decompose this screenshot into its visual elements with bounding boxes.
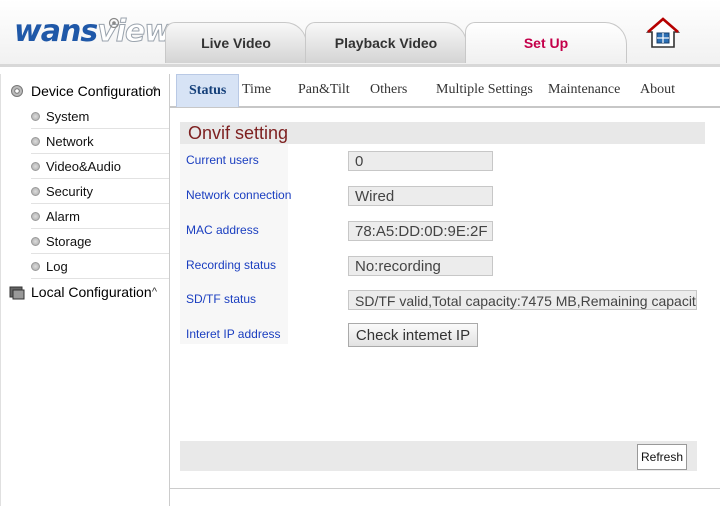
tab-about[interactable]: About [628, 74, 687, 106]
bullet-icon [31, 111, 40, 121]
tab-label: Time [242, 82, 272, 97]
tab-set-up-label: Set Up [523, 35, 569, 51]
tab-playback-video[interactable]: Playback Video [305, 22, 467, 63]
sidebar-item-video-audio[interactable]: Video&Audio [31, 154, 169, 179]
sidebar-item-storage[interactable]: Storage [31, 229, 169, 254]
sidebar-item-label: Network [46, 133, 94, 149]
bullet-icon [31, 211, 40, 221]
local-config-icon [9, 286, 25, 300]
sidebar-item-label: Log [46, 258, 68, 274]
sidebar: Device Configuration ^ System Network Vi… [0, 74, 170, 506]
sidebar-group-label: Device Configuration [31, 83, 161, 99]
wansview-logo: wansview [14, 14, 173, 50]
panel-footer [180, 441, 697, 471]
tab-maintenance[interactable]: Maintenance [536, 74, 632, 106]
check-internet-ip-button[interactable]: Check intemet IP [348, 323, 478, 347]
tab-label: Maintenance [548, 82, 621, 97]
panel-title: Onvif setting [180, 122, 705, 144]
label-column [180, 144, 288, 344]
tab-label: Multiple Settings [436, 82, 533, 97]
divider [170, 488, 720, 489]
gear-icon [11, 85, 23, 97]
sidebar-item-label: Alarm [46, 208, 80, 224]
label-sd-tf-status: SD/TF status [186, 292, 257, 306]
sidebar-item-security[interactable]: Security [31, 179, 169, 204]
value-mac-address: 78:A5:DD:0D:9E:2F [348, 221, 493, 241]
sidebar-item-alarm[interactable]: Alarm [31, 204, 169, 229]
bullet-icon [31, 261, 40, 271]
top-header: wansview Live Video Playback Video Set U… [0, 0, 720, 67]
tab-playback-video-label: Playback Video [334, 35, 438, 51]
tab-label: About [640, 82, 675, 97]
label-current-users: Current users [186, 153, 259, 167]
sidebar-item-system[interactable]: System [31, 104, 169, 129]
sidebar-group-label: Local Configuration [31, 284, 152, 300]
tab-multiple-settings[interactable]: Multiple Settings [424, 74, 545, 106]
bullet-icon [31, 236, 40, 246]
sidebar-group-local-configuration[interactable]: Local Configuration ^ [1, 279, 169, 305]
sidebar-item-label: Security [46, 183, 93, 199]
tab-time[interactable]: Time [230, 74, 283, 106]
sidebar-item-label: Video&Audio [46, 158, 121, 174]
caret-up-icon[interactable]: ^ [152, 286, 157, 298]
bullet-icon [31, 186, 40, 196]
label-network-connection: Network connection [186, 188, 292, 202]
home-icon[interactable] [646, 16, 680, 50]
value-network-connection: Wired [348, 186, 493, 206]
tab-label: Status [189, 83, 227, 98]
tab-label: Others [370, 82, 408, 97]
sidebar-item-label: System [46, 108, 90, 124]
sidebar-item-network[interactable]: Network [31, 129, 169, 154]
tab-set-up[interactable]: Set Up [465, 22, 627, 63]
label-mac-address: MAC address [186, 223, 259, 237]
tab-pan-tilt[interactable]: Pan&Tilt [286, 74, 362, 106]
label-internet-ip-address: Interet IP address [186, 327, 281, 341]
refresh-button[interactable]: Refresh [637, 444, 687, 470]
value-sd-tf-status: SD/TF valid,Total capacity:7475 MB,Remai… [348, 290, 697, 310]
sidebar-group-device-configuration[interactable]: Device Configuration ^ [1, 78, 169, 104]
logo-text-wans: wans [14, 14, 98, 49]
value-recording-status: No:recording [348, 256, 493, 276]
tab-others[interactable]: Others [358, 74, 419, 106]
value-current-users: 0 [348, 151, 493, 171]
sidebar-item-log[interactable]: Log [31, 254, 169, 279]
camera-eye-icon [108, 17, 120, 28]
label-recording-status: Recording status [186, 258, 277, 272]
tab-live-video[interactable]: Live Video [165, 22, 307, 63]
tab-live-video-label: Live Video [201, 35, 271, 51]
sidebar-item-label: Storage [46, 233, 92, 249]
bullet-icon [31, 136, 40, 146]
tab-label: Pan&Tilt [298, 82, 350, 97]
settings-tabs: Status Time Pan&Tilt Others Multiple Set… [170, 72, 720, 108]
bullet-icon [31, 161, 40, 171]
caret-up-icon[interactable]: ^ [152, 85, 157, 97]
